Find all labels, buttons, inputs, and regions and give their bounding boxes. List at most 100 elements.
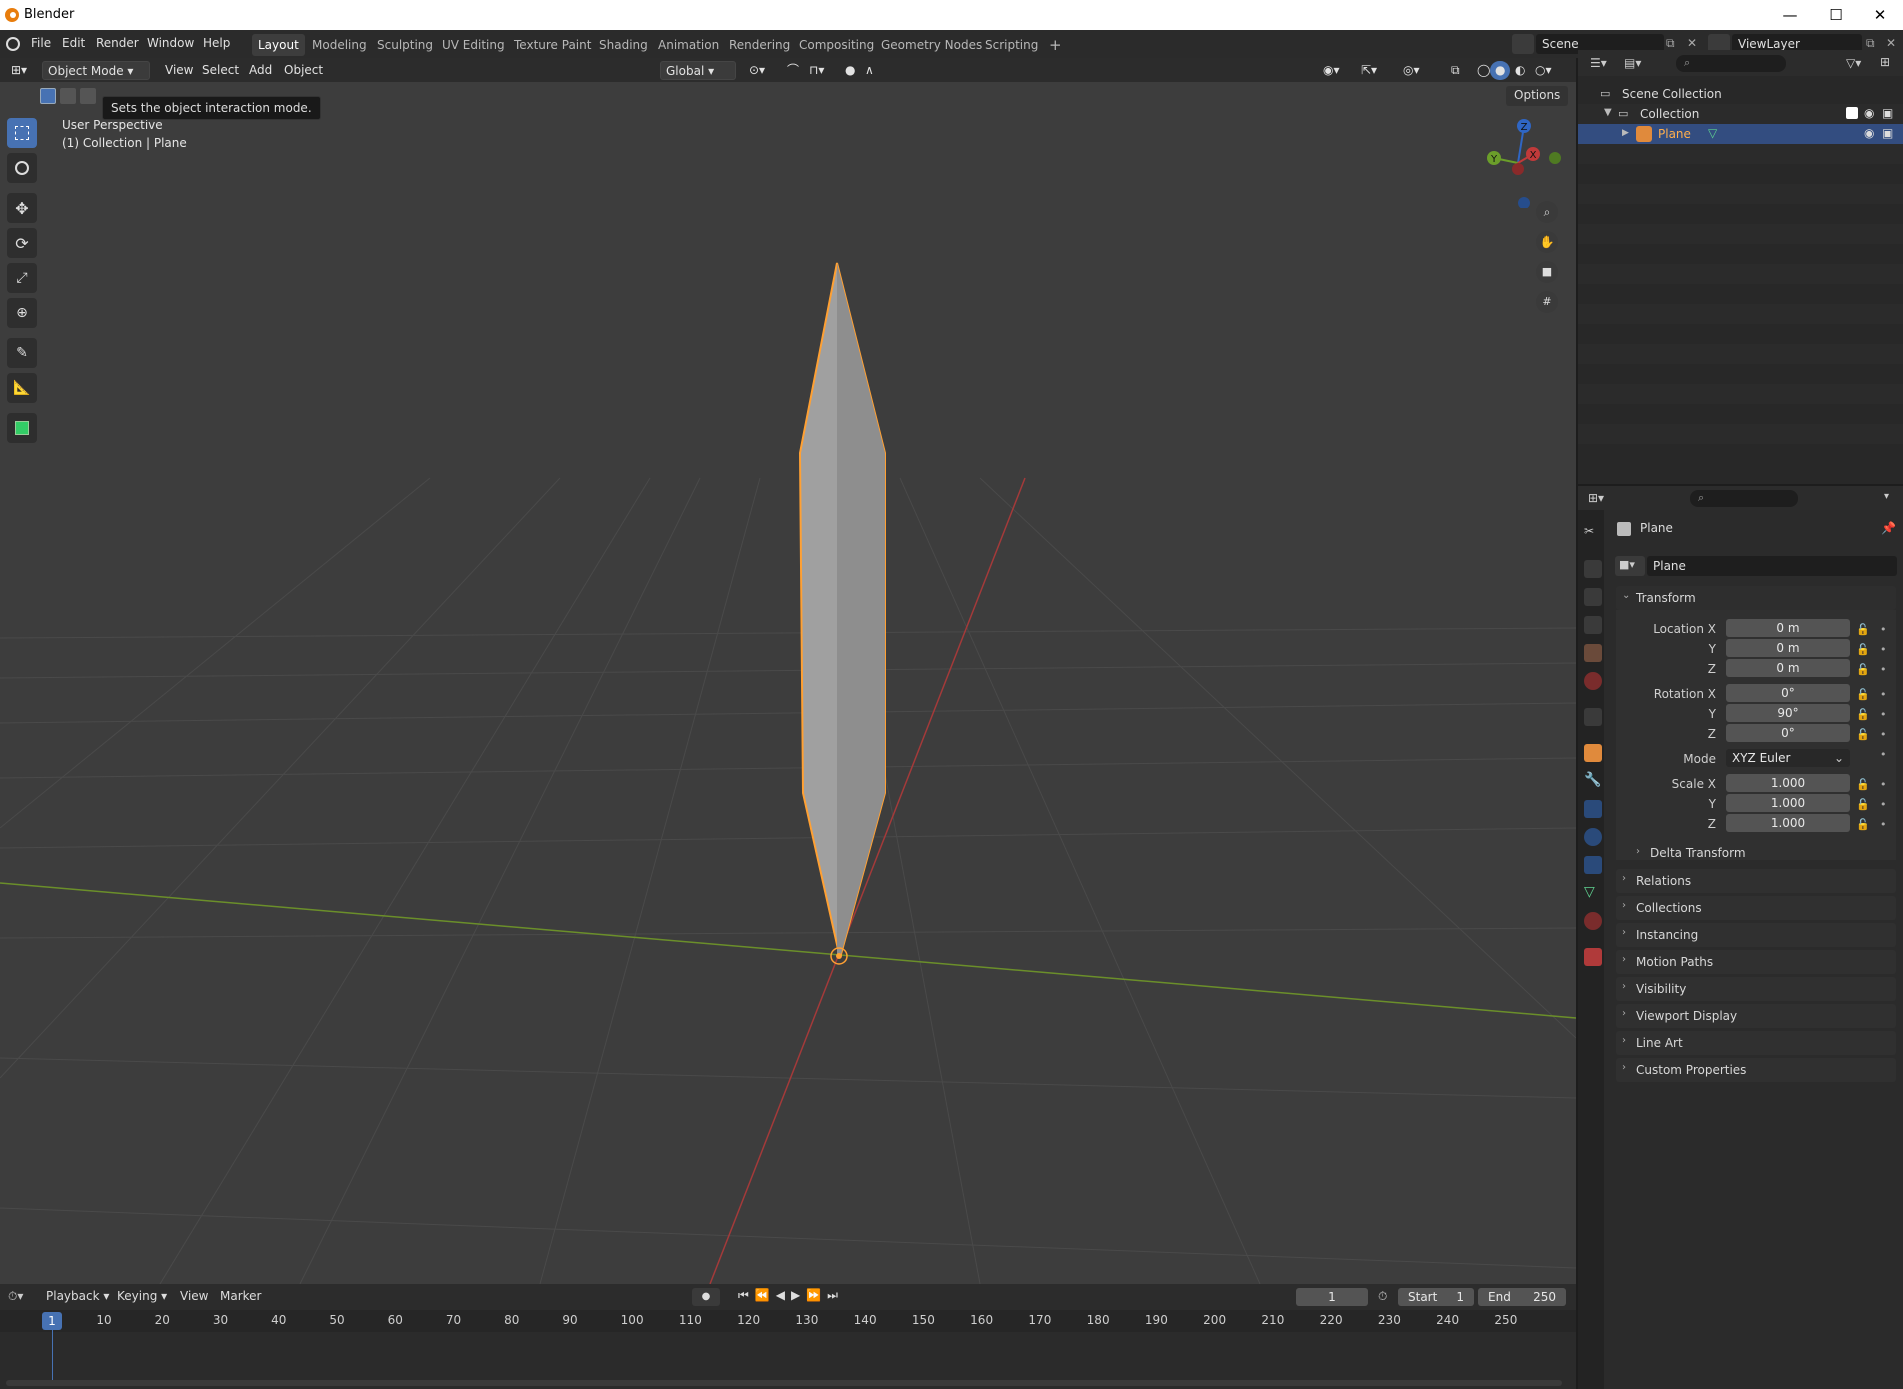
rotation-lock-icons[interactable]: 🔓 🔓 🔓 <box>1856 685 1870 745</box>
location-lock-icons[interactable]: 🔓 🔓 🔓 <box>1856 620 1870 680</box>
rotation-mode-dropdown[interactable]: XYZ Euler ⌄ <box>1726 749 1850 767</box>
tab-texture-paint[interactable]: Texture Paint <box>508 34 597 56</box>
plane-camera-icon[interactable]: ▣ <box>1882 126 1893 140</box>
mesh-data-icon[interactable]: ▽ <box>1708 126 1717 140</box>
move-tool-icon[interactable]: ✥ <box>7 193 37 223</box>
preview-range-icon[interactable]: ⏱ <box>1378 1289 1387 1304</box>
record-keyframe-icon[interactable]: ● <box>692 1288 720 1306</box>
new-view-layer-icon[interactable]: ⧉ <box>1866 36 1875 51</box>
falloff-icon[interactable]: ∧ <box>860 61 879 80</box>
outliner-row-scene-collection[interactable]: ▭ Scene Collection <box>1578 84 1903 104</box>
rotation-x-field[interactable]: 0° <box>1726 684 1850 702</box>
timeline-editor-icon[interactable]: ⏱▾ <box>8 1289 23 1304</box>
render-tab-icon[interactable] <box>1584 560 1602 578</box>
delete-scene-icon[interactable]: ✕ <box>1687 36 1697 50</box>
start-frame-field[interactable]: Start 1 <box>1398 1288 1474 1306</box>
material-shading-icon[interactable]: ◐ <box>1510 61 1530 80</box>
menu-render[interactable]: Render <box>96 36 139 50</box>
menu-select[interactable]: Select <box>197 61 244 80</box>
rotate-tool-icon[interactable]: ⟳ <box>7 228 37 258</box>
minimize-button[interactable]: — <box>1767 0 1813 30</box>
plane-expand-icon[interactable]: ▶ <box>1622 128 1629 138</box>
panel-custom-properties[interactable]: › Custom Properties <box>1616 1058 1896 1082</box>
filter-icon[interactable]: ▽▾ <box>1846 56 1861 70</box>
location-z-field[interactable]: 0 m <box>1726 659 1850 677</box>
zoom-icon[interactable]: ⌕ <box>1536 201 1558 223</box>
delta-transform-panel[interactable]: Delta Transform <box>1650 846 1746 860</box>
scale-x-field[interactable]: 1.000 <box>1726 774 1850 792</box>
properties-search-input[interactable]: ⌕ <box>1690 490 1798 507</box>
visibility-icon[interactable]: ◉▾ <box>1318 61 1345 80</box>
tool-tab-icon[interactable]: ✂ <box>1584 524 1602 542</box>
constraints-tab-icon[interactable] <box>1584 856 1602 874</box>
object-name-field[interactable]: Plane <box>1647 556 1897 576</box>
pin-icon[interactable]: 📌 <box>1881 521 1896 535</box>
annotate-tool-icon[interactable]: ✎ <box>7 338 37 368</box>
rendered-shading-icon[interactable]: ○▾ <box>1530 61 1557 80</box>
physics-tab-icon[interactable] <box>1584 828 1602 846</box>
object-tab-icon[interactable] <box>1584 744 1602 762</box>
select-extend-icon[interactable] <box>60 88 76 104</box>
marker-menu[interactable]: Marker <box>220 1289 261 1303</box>
maximize-button[interactable]: ☐ <box>1813 0 1859 30</box>
delete-view-layer-icon[interactable]: ✕ <box>1886 36 1896 50</box>
menu-object[interactable]: Object <box>279 61 328 80</box>
texture-tab-icon[interactable] <box>1584 948 1602 966</box>
panel-instancing[interactable]: › Instancing <box>1616 923 1896 947</box>
scale-y-field[interactable]: 1.000 <box>1726 794 1850 812</box>
outliner-row-plane[interactable]: ▶ Plane ▽ ◉ ▣ <box>1578 124 1903 144</box>
menu-edit[interactable]: Edit <box>62 36 85 50</box>
tab-modeling[interactable]: Modeling <box>306 34 373 56</box>
panel-visibility[interactable]: › Visibility <box>1616 977 1896 1001</box>
add-cube-tool-icon[interactable] <box>7 413 37 443</box>
tab-scripting[interactable]: Scripting <box>979 34 1044 56</box>
xray-icon[interactable]: ⧉ <box>1446 61 1465 80</box>
panel-viewport-display[interactable]: › Viewport Display <box>1616 1004 1896 1028</box>
keying-menu[interactable]: Keying ▾ <box>117 1289 167 1303</box>
timeline-scrollbar[interactable] <box>6 1380 1562 1386</box>
world-tab-icon[interactable] <box>1584 672 1602 690</box>
tab-shading[interactable]: Shading <box>593 34 654 56</box>
blender-menu-icon[interactable] <box>6 37 20 51</box>
pivot-icon[interactable]: ⊙▾ <box>744 61 770 80</box>
panel-motion-paths[interactable]: › Motion Paths <box>1616 950 1896 974</box>
transform-panel-header[interactable]: ⌄ Transform <box>1616 586 1896 610</box>
view-layer-tab-icon[interactable] <box>1584 616 1602 634</box>
tab-rendering[interactable]: Rendering <box>723 34 796 56</box>
outliner-editor-icon[interactable]: ☰▾ <box>1590 56 1607 70</box>
new-collection-icon[interactable]: ⊞ <box>1880 55 1890 69</box>
pan-hand-icon[interactable]: ✋ <box>1536 231 1558 253</box>
output-tab-icon[interactable] <box>1584 588 1602 606</box>
rotation-z-field[interactable]: 0° <box>1726 724 1850 742</box>
tab-uv-editing[interactable]: UV Editing <box>436 34 511 56</box>
options-dropdown[interactable]: Options <box>1506 86 1569 106</box>
collection-expand-icon[interactable]: ▼ <box>1604 107 1612 118</box>
select-new-icon[interactable] <box>40 88 56 104</box>
gizmo-neg-y-icon[interactable] <box>1549 152 1561 164</box>
object-browse-icon[interactable]: ■▾ <box>1615 556 1645 576</box>
end-frame-field[interactable]: End 250 <box>1478 1288 1566 1306</box>
editor-type-icon[interactable]: ⊞▾ <box>6 61 32 80</box>
rotation-keyframe-icons[interactable]: • • • • <box>1880 685 1887 765</box>
tab-sculpting[interactable]: Sculpting <box>371 34 439 56</box>
proportional-edit-icon[interactable]: ● <box>840 61 860 80</box>
location-keyframe-icons[interactable]: • • • <box>1880 620 1887 680</box>
cursor-tool-icon[interactable] <box>7 153 37 183</box>
add-workspace-button[interactable]: + <box>1043 34 1068 56</box>
camera-view-icon[interactable]: ■ <box>1536 261 1558 283</box>
modifier-tab-icon[interactable]: 🔧 <box>1584 772 1602 790</box>
panel-relations[interactable]: › Relations <box>1616 869 1896 893</box>
collection-camera-icon[interactable]: ▣ <box>1882 106 1893 120</box>
tab-layout[interactable]: Layout <box>252 34 305 56</box>
rotation-y-field[interactable]: 90° <box>1726 704 1850 722</box>
tab-animation[interactable]: Animation <box>652 34 725 56</box>
orientation-dropdown[interactable]: Global ▾ <box>660 61 736 80</box>
frame-ruler[interactable]: 1102030405060708090100110120130140150160… <box>0 1310 1576 1332</box>
scale-lock-icons[interactable]: 🔓 🔓 🔓 <box>1856 775 1870 835</box>
collection-tab-icon[interactable] <box>1584 708 1602 726</box>
scale-z-field[interactable]: 1.000 <box>1726 814 1850 832</box>
object-mode-dropdown[interactable]: Object Mode ▾ <box>42 61 150 80</box>
playback-controls[interactable]: ⏮⏪◀▶⏩⏭ <box>738 1288 844 1303</box>
timeline-view-menu[interactable]: View <box>180 1289 208 1303</box>
snap-icon[interactable]: ⌒ <box>782 61 804 80</box>
